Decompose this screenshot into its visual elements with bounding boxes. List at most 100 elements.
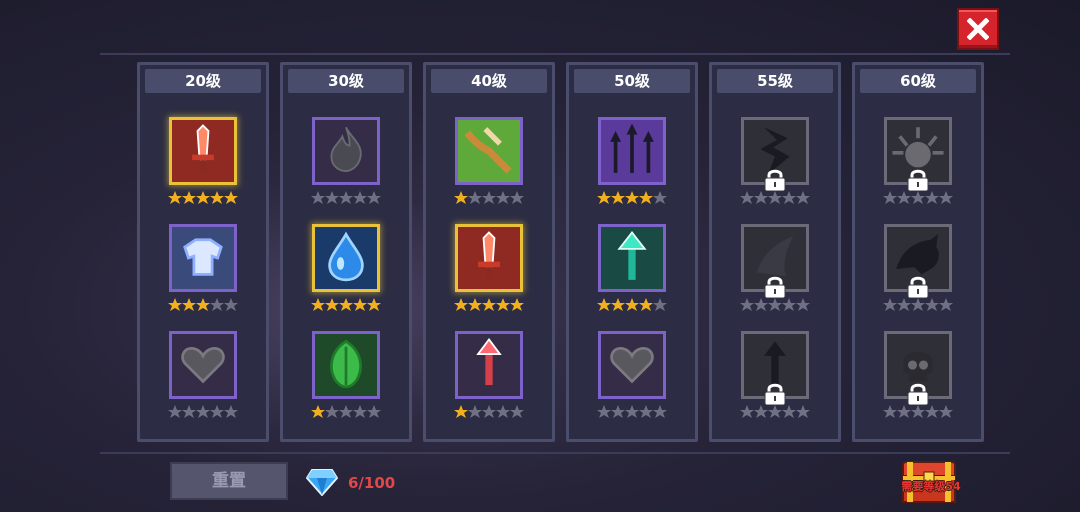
star-empty-icon: [367, 191, 381, 204]
crossbow-icon: [458, 120, 520, 182]
reset-button[interactable]: 重置: [170, 462, 288, 500]
talent-slot[interactable]: [739, 222, 811, 314]
star-empty-icon: [339, 405, 353, 418]
star-rating: [167, 191, 239, 205]
star-empty-icon: [754, 405, 768, 418]
talent-slot[interactable]: [453, 222, 525, 314]
star-filled-icon: [510, 298, 524, 311]
star-empty-icon: [911, 191, 925, 204]
talent-button[interactable]: [169, 224, 237, 292]
talent-button[interactable]: [169, 117, 237, 185]
talent-column: 30级: [280, 62, 412, 442]
talent-slot[interactable]: [596, 115, 668, 207]
star-filled-icon: [168, 191, 182, 204]
talent-slot[interactable]: [882, 222, 954, 314]
talent-slot[interactable]: [453, 115, 525, 207]
talent-slot[interactable]: [882, 329, 954, 421]
talent-button[interactable]: [169, 331, 237, 399]
star-rating: [596, 405, 668, 419]
star-empty-icon: [496, 191, 510, 204]
talent-slot[interactable]: [739, 329, 811, 421]
talent-button[interactable]: [598, 117, 666, 185]
red-arrow-icon: [476, 337, 502, 386]
column-level-header: 20级: [145, 69, 261, 93]
talent-slot[interactable]: [167, 115, 239, 207]
star-empty-icon: [796, 298, 810, 311]
star-filled-icon: [367, 298, 381, 311]
star-rating: [167, 298, 239, 312]
talent-button[interactable]: [455, 224, 523, 292]
star-empty-icon: [883, 298, 897, 311]
talent-column: 50级: [566, 62, 698, 442]
star-rating: [739, 298, 811, 312]
star-filled-icon: [224, 191, 238, 204]
star-filled-icon: [182, 191, 196, 204]
column-level-header: 50级: [574, 69, 690, 93]
star-empty-icon: [496, 405, 510, 418]
star-empty-icon: [782, 405, 796, 418]
talent-button[interactable]: [598, 224, 666, 292]
star-rating: [596, 191, 668, 205]
star-empty-icon: [740, 191, 754, 204]
talent-button[interactable]: [312, 117, 380, 185]
leaf-icon: [330, 339, 362, 389]
star-empty-icon: [925, 405, 939, 418]
star-filled-icon: [597, 191, 611, 204]
star-rating: [310, 405, 382, 419]
star-empty-icon: [768, 298, 782, 311]
armor-icon: [183, 238, 223, 276]
star-filled-icon: [454, 298, 468, 311]
lock-icon: [907, 383, 929, 405]
star-empty-icon: [339, 191, 353, 204]
star-filled-icon: [639, 191, 653, 204]
talent-column: 40级: [423, 62, 555, 442]
star-rating: [310, 298, 382, 312]
talent-button[interactable]: [455, 331, 523, 399]
star-filled-icon: [325, 298, 339, 311]
star-empty-icon: [925, 298, 939, 311]
star-empty-icon: [196, 405, 210, 418]
talent-button[interactable]: [312, 224, 380, 292]
star-filled-icon: [311, 298, 325, 311]
star-empty-icon: [367, 405, 381, 418]
talent-slot[interactable]: [882, 115, 954, 207]
talent-slot[interactable]: [453, 329, 525, 421]
talent-slot[interactable]: [739, 115, 811, 207]
star-empty-icon: [182, 405, 196, 418]
talent-slot[interactable]: [310, 222, 382, 314]
talent-slot[interactable]: [596, 222, 668, 314]
talent-slot[interactable]: [596, 329, 668, 421]
star-empty-icon: [939, 298, 953, 311]
star-empty-icon: [782, 298, 796, 311]
talent-button[interactable]: [312, 331, 380, 399]
star-empty-icon: [768, 405, 782, 418]
star-empty-icon: [653, 298, 667, 311]
star-filled-icon: [625, 191, 639, 204]
star-rating: [739, 405, 811, 419]
star-empty-icon: [611, 405, 625, 418]
talent-button[interactable]: [455, 117, 523, 185]
lock-icon: [907, 169, 929, 191]
star-filled-icon: [339, 298, 353, 311]
star-rating: [453, 191, 525, 205]
close-button[interactable]: [957, 8, 999, 50]
star-filled-icon: [454, 191, 468, 204]
star-rating: [882, 298, 954, 312]
talent-slot[interactable]: [310, 115, 382, 207]
talent-button[interactable]: [598, 331, 666, 399]
chest-requirement-label: 需要等级54: [901, 480, 961, 493]
water-drop-icon: [328, 231, 364, 282]
star-empty-icon: [311, 191, 325, 204]
star-filled-icon: [454, 405, 468, 418]
talent-slot[interactable]: [167, 329, 239, 421]
star-filled-icon: [639, 298, 653, 311]
talent-slot[interactable]: [167, 222, 239, 314]
star-empty-icon: [168, 405, 182, 418]
star-empty-icon: [210, 405, 224, 418]
star-filled-icon: [611, 191, 625, 204]
star-empty-icon: [653, 191, 667, 204]
star-empty-icon: [782, 191, 796, 204]
star-filled-icon: [625, 298, 639, 311]
star-empty-icon: [325, 405, 339, 418]
talent-slot[interactable]: [310, 329, 382, 421]
